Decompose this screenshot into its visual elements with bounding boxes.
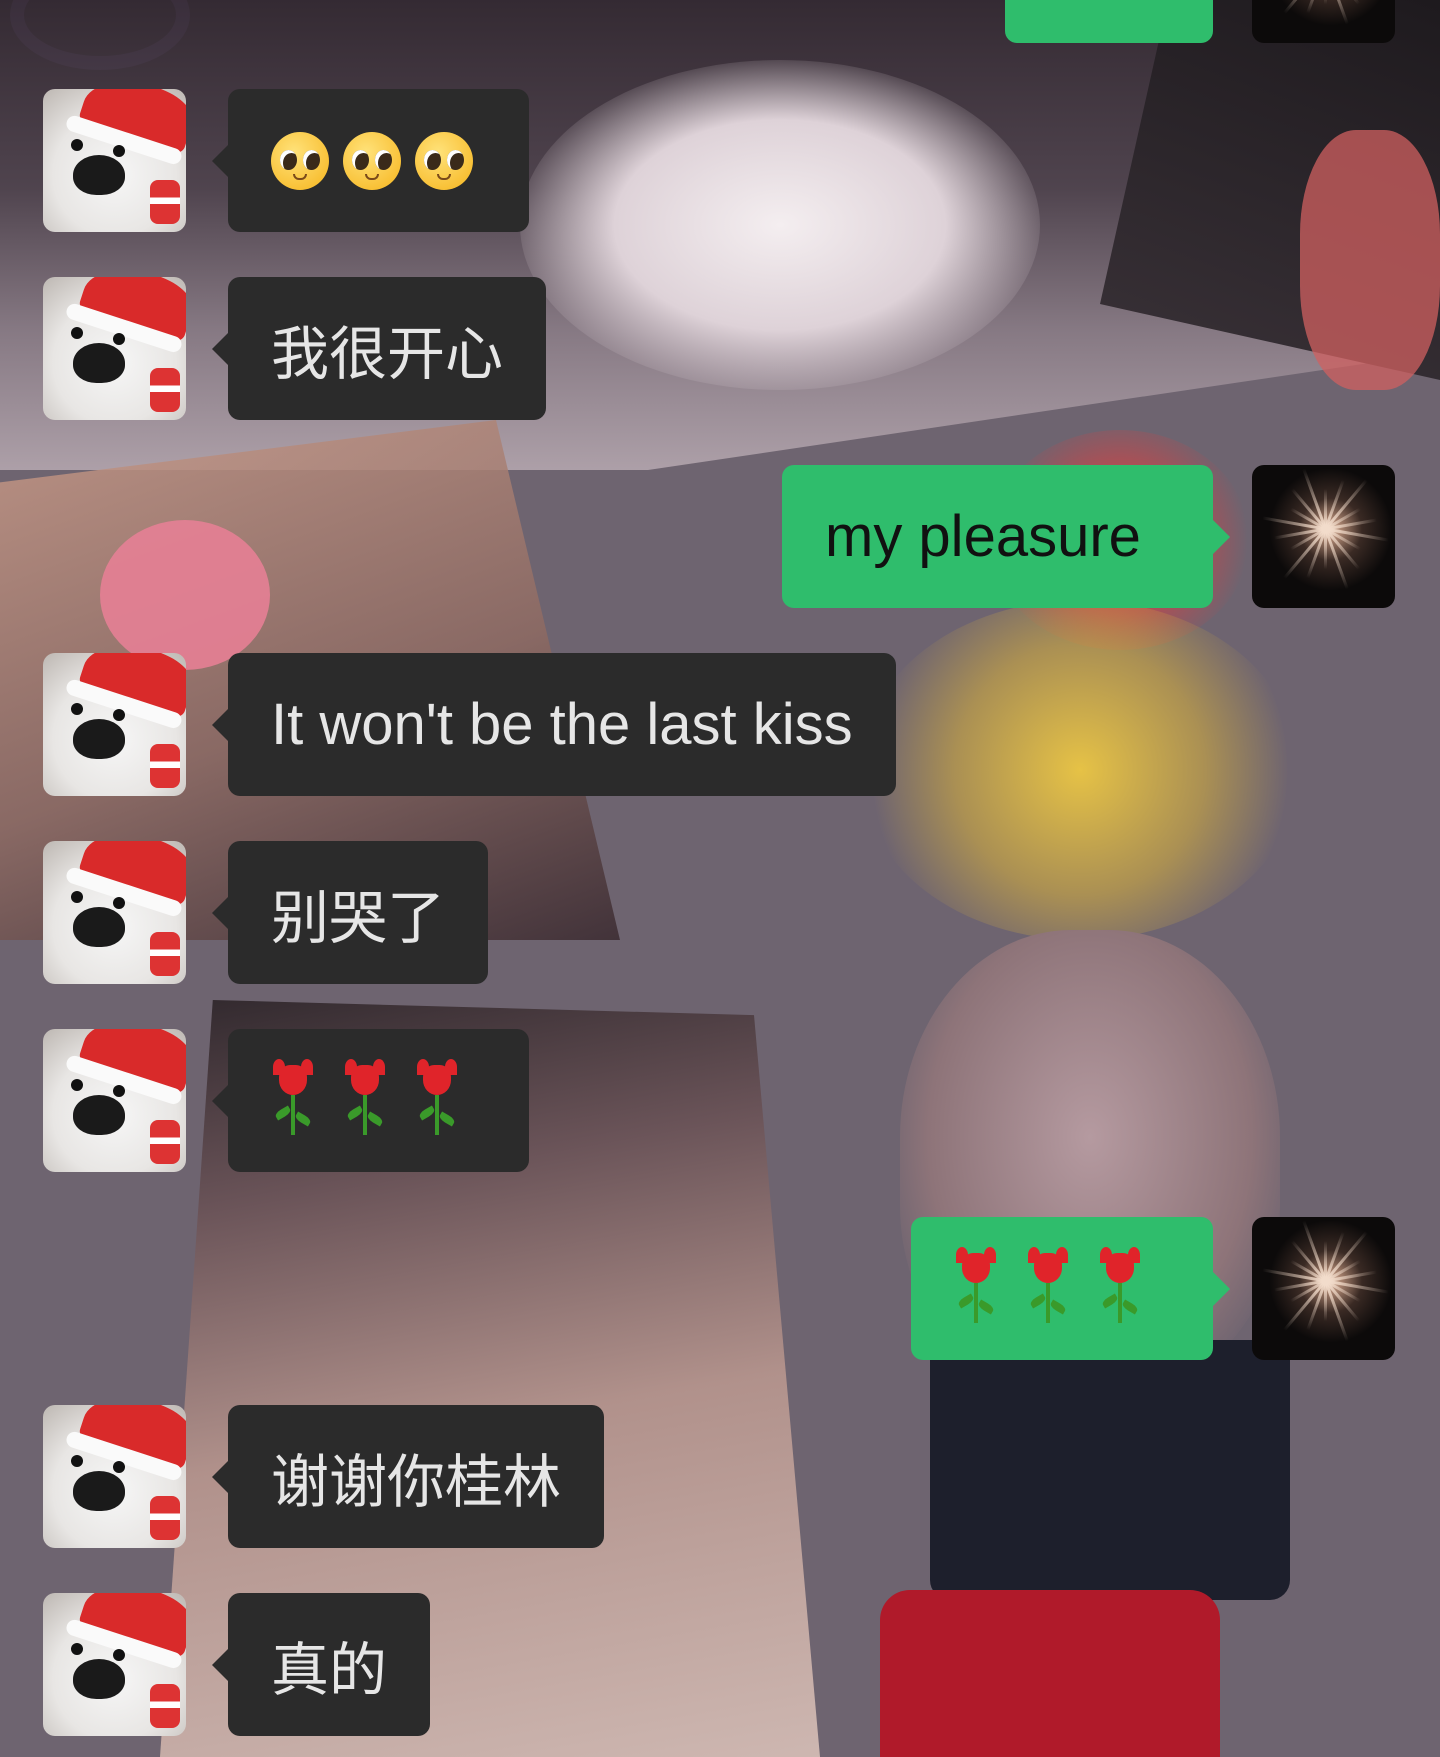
message-bubble-incoming[interactable] (212, 89, 529, 232)
message-bubble-incoming[interactable]: 别哭了 (211, 841, 489, 984)
pleading-face-icon (271, 131, 329, 190)
contact-avatar[interactable] (43, 841, 186, 984)
self-avatar[interactable] (1252, 1217, 1395, 1360)
wallpaper-bear-sticker (1300, 130, 1440, 390)
pleading-face-icon (343, 131, 401, 190)
message-text: 别哭了 (271, 885, 446, 951)
contact-avatar[interactable] (43, 1029, 186, 1172)
self-avatar[interactable] (1252, 465, 1395, 608)
message-bubble-incoming[interactable]: It won't be the last kiss (212, 653, 896, 796)
firework-ray (1323, 0, 1349, 25)
contact-avatar[interactable] (43, 1593, 186, 1736)
message-bubble-incoming[interactable]: 我很开心 (211, 277, 547, 420)
wallpaper-skirt (880, 1590, 1220, 1757)
message-bubble-outgoing[interactable] (1005, 0, 1213, 43)
firework-ray (1282, 0, 1327, 15)
tulip-icon (1026, 1246, 1070, 1325)
wallpaper-yellow-blur (860, 600, 1300, 940)
tulip-icon (1098, 1246, 1142, 1325)
message-text: 真的 (271, 1637, 388, 1703)
tulip-icon (343, 1058, 387, 1137)
pleading-face-icon (415, 131, 473, 190)
wallpaper-heart-sticker (100, 520, 270, 670)
contact-avatar[interactable] (43, 1405, 186, 1548)
firework-ray (1323, 0, 1327, 5)
contact-avatar[interactable] (43, 89, 186, 232)
message-text: my pleasure (825, 504, 1141, 569)
message-bubble-incoming[interactable]: 真的 (211, 1593, 431, 1736)
wallpaper-fur-hat (520, 60, 1040, 390)
tulip-icon (271, 1058, 315, 1137)
message-text: 谢谢你桂林 (271, 1449, 562, 1515)
tulip-icon (954, 1246, 998, 1325)
message-text: 我很开心 (271, 321, 504, 387)
self-avatar[interactable] (1252, 0, 1395, 43)
message-text: It won't be the last kiss (271, 692, 853, 757)
message-bubble-outgoing[interactable]: my pleasure (782, 465, 1230, 608)
contact-avatar[interactable] (43, 653, 186, 796)
tulip-icon (415, 1058, 459, 1137)
message-bubble-incoming[interactable] (212, 1029, 529, 1172)
message-bubble-incoming[interactable]: 谢谢你桂林 (211, 1405, 605, 1548)
message-bubble-outgoing[interactable] (911, 1217, 1230, 1360)
contact-avatar[interactable] (43, 277, 186, 420)
wallpaper-shirt (930, 1340, 1290, 1600)
